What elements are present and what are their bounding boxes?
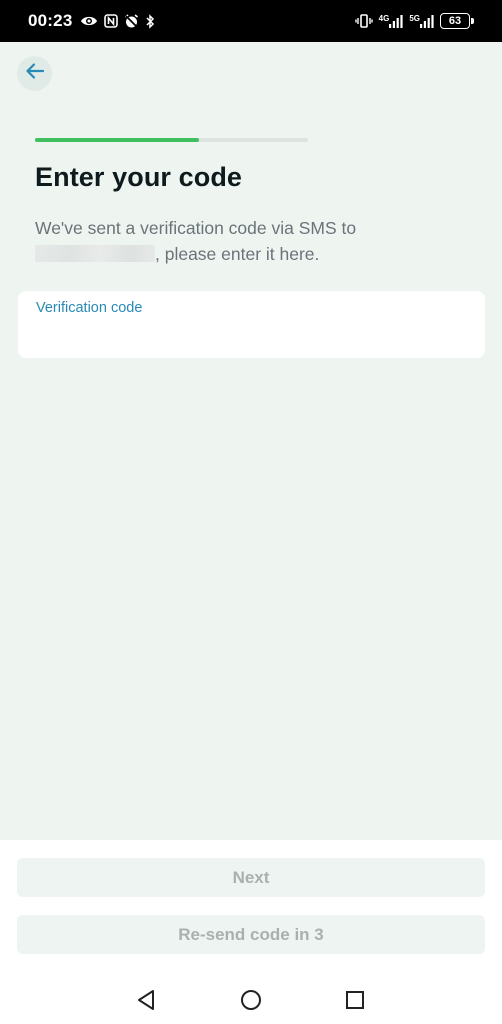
progress-fill: [35, 138, 199, 142]
bottom-action-panel: Next Re-send code in 3: [0, 840, 502, 1024]
resend-code-button[interactable]: Re-send code in 3: [17, 915, 485, 954]
nav-home-icon: [240, 989, 262, 1016]
signal-5g-icon: 5G: [409, 13, 434, 29]
status-left-icons: [80, 13, 155, 29]
nav-recents-icon: [345, 990, 365, 1015]
status-right-icons: 4G 5G 63: [354, 13, 474, 29]
verification-code-label: Verification code: [36, 300, 143, 316]
verification-code-input[interactable]: [36, 323, 466, 349]
verification-code-field[interactable]: Verification code: [18, 291, 485, 358]
masked-phone-number: [35, 245, 155, 262]
alarm-off-icon: [124, 13, 139, 29]
eye-icon: [80, 13, 98, 29]
next-button[interactable]: Next: [17, 858, 485, 897]
nav-home-button[interactable]: [229, 980, 273, 1024]
back-button[interactable]: [17, 56, 52, 91]
vibrate-icon: [354, 13, 373, 29]
nfc-icon: [104, 13, 119, 29]
subtitle: We've sent a verification code via SMS t…: [35, 215, 475, 267]
status-time: 00:23: [28, 11, 73, 30]
bluetooth-icon: [145, 13, 155, 29]
subtitle-line2: , please enter it here.: [155, 244, 320, 264]
network-4g-label: 4G: [378, 14, 390, 23]
subtitle-line1: We've sent a verification code via SMS t…: [35, 218, 357, 238]
arrow-left-icon: [25, 62, 45, 85]
nav-back-button[interactable]: [124, 980, 168, 1024]
status-bar: 00:23 4G 5G 63: [0, 0, 502, 42]
network-5g-label: 5G: [409, 14, 420, 23]
battery-level: 63: [440, 13, 470, 29]
signal-4g-icon: 4G: [379, 13, 404, 29]
progress-bar: [35, 138, 308, 142]
battery-icon: 63: [440, 13, 474, 29]
nav-recents-button[interactable]: [333, 980, 377, 1024]
system-nav-bar: [0, 980, 502, 1024]
nav-back-icon: [136, 989, 156, 1016]
page-title: Enter your code: [35, 162, 243, 192]
